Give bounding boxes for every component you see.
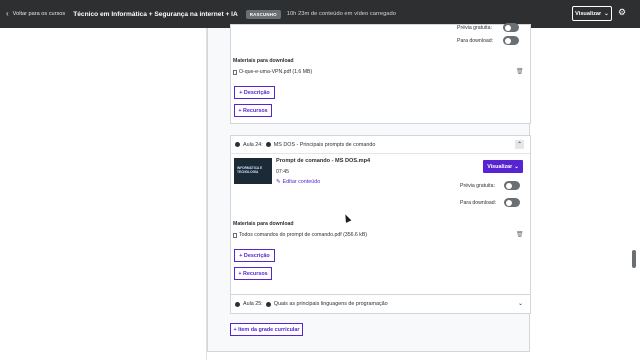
chevron-down-icon[interactable]: ⌄: [518, 300, 523, 307]
check-circle-icon: [235, 142, 240, 147]
edit-content-link[interactable]: ✎ Editar conteúdo: [276, 179, 320, 185]
download-toggle[interactable]: [504, 198, 520, 207]
back-to-courses-link[interactable]: ‹ Voltar para os cursos: [6, 10, 65, 18]
loaded-content-text: 10h 23m de conteúdo em vídeo carregado: [286, 11, 396, 17]
file-circle-icon: [265, 142, 271, 147]
materials-title: Materiais para download: [233, 221, 294, 227]
free-preview-toggle[interactable]: [503, 23, 519, 32]
add-description-button[interactable]: + Descrição: [234, 86, 275, 99]
lecture-card-25[interactable]: Aula 25: Quais as principais linguagens …: [230, 294, 531, 314]
left-panel: [0, 28, 207, 360]
gear-icon[interactable]: ⚙: [618, 8, 626, 17]
add-resources-button[interactable]: + Recursos: [234, 104, 272, 117]
preview-button-label: Visualizar: [575, 10, 602, 17]
thumbnail-text: INFORMÁTICA E TECNOLOGIA: [237, 166, 263, 174]
check-circle-icon: [235, 301, 240, 307]
status-badge: RASCUNHO: [245, 9, 281, 19]
lecture-number: Aula 24:: [243, 141, 263, 148]
page-content: Prévia gratuita: Para download: Materiai…: [0, 23, 640, 360]
file-icon: [233, 69, 237, 75]
free-preview-toggle[interactable]: [504, 181, 520, 190]
preview-lecture-label: Visualizar: [487, 163, 513, 170]
download-file-row: Todos comandos do prompt de comando.pdf …: [233, 232, 367, 238]
add-resources-button[interactable]: + Recursos: [234, 267, 272, 280]
lecture-24-header[interactable]: Aula 24: MS DOS - Principais prompts de …: [231, 136, 530, 154]
trash-icon[interactable]: 🗑: [516, 68, 524, 75]
scrollbar[interactable]: [630, 28, 638, 360]
course-title: Técnico em Informática + Segurança na in…: [73, 10, 238, 18]
download-file-row: O-que-e-uma-VPN.pdf (1.6 MB): [233, 69, 312, 75]
chevron-down-icon: ⌄: [604, 10, 609, 17]
lecture-25-header[interactable]: Aula 25: Quais as principais linguagens …: [231, 295, 530, 313]
download-label: Para download:: [460, 200, 497, 206]
lecture-card-23: Prévia gratuita: Para download: Materiai…: [230, 23, 531, 124]
materials-title: Materiais para download: [233, 58, 294, 64]
lecture-title: Quais as principais linguagens de progra…: [273, 301, 388, 307]
trash-icon[interactable]: 🗑: [516, 231, 524, 238]
scrollbar-thumb[interactable]: [632, 250, 636, 268]
pencil-icon: ✎: [276, 179, 281, 185]
download-toggle[interactable]: [503, 36, 519, 45]
free-preview-label: Prévia gratuita:: [460, 183, 495, 189]
lecture-card-24: Aula 24: MS DOS - Principais prompts de …: [230, 135, 531, 313]
chevron-up-icon[interactable]: ⌃: [515, 140, 524, 149]
file-name: Todos comandos do prompt de comando.pdf …: [239, 232, 368, 238]
back-label: Voltar para os cursos: [12, 11, 66, 17]
curriculum-section: Prévia gratuita: Para download: Materiai…: [207, 23, 531, 352]
video-duration: 07:45: [276, 169, 289, 175]
download-label: Para download:: [457, 38, 494, 44]
video-thumbnail: INFORMÁTICA E TECNOLOGIA: [234, 158, 272, 184]
file-name: O-que-e-uma-VPN.pdf (1.6 MB): [239, 69, 313, 75]
add-curriculum-item-button[interactable]: + Item da grade curricular: [230, 323, 303, 336]
add-description-button[interactable]: + Descrição: [234, 249, 275, 262]
chevron-left-icon: ‹: [6, 9, 9, 18]
lecture-number: Aula 25:: [243, 301, 263, 307]
preview-lecture-button[interactable]: Visualizar ⌄: [483, 160, 523, 173]
file-circle-icon: [265, 301, 271, 307]
lecture-title: MS DOS - Principais prompts de comando: [273, 141, 376, 148]
video-file-name: Prompt de comando - MS DOS.mp4: [276, 158, 371, 164]
file-icon: [233, 232, 237, 238]
edit-content-label: Editar conteúdo: [282, 179, 321, 185]
preview-button[interactable]: Visualizar ⌄: [572, 6, 612, 21]
free-preview-label: Prévia gratuita:: [457, 25, 492, 31]
chevron-down-icon: ⌄: [514, 163, 519, 170]
